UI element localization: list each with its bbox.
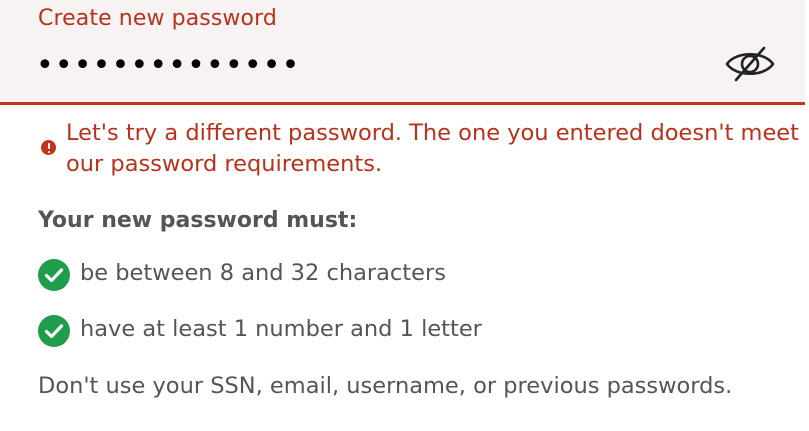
password-form: Create new password •••••••••••••• Let's…: [0, 0, 809, 431]
eye-off-icon[interactable]: [722, 44, 778, 84]
check-circle-icon: [38, 315, 70, 347]
password-input[interactable]: ••••••••••••••: [36, 42, 301, 90]
requirements-heading: Your new password must:: [38, 208, 358, 233]
error-text: Let's try a different password. The one …: [66, 120, 799, 177]
password-field[interactable]: Create new password ••••••••••••••: [0, 0, 805, 105]
password-field-label: Create new password: [38, 6, 277, 31]
password-note: Don't use your SSN, email, username, or …: [38, 373, 733, 399]
alert-circle-icon: [41, 140, 56, 155]
check-circle-icon: [38, 259, 70, 291]
requirement-label: be between 8 and 32 characters: [80, 260, 446, 286]
requirement-label: have at least 1 number and 1 letter: [80, 316, 482, 342]
